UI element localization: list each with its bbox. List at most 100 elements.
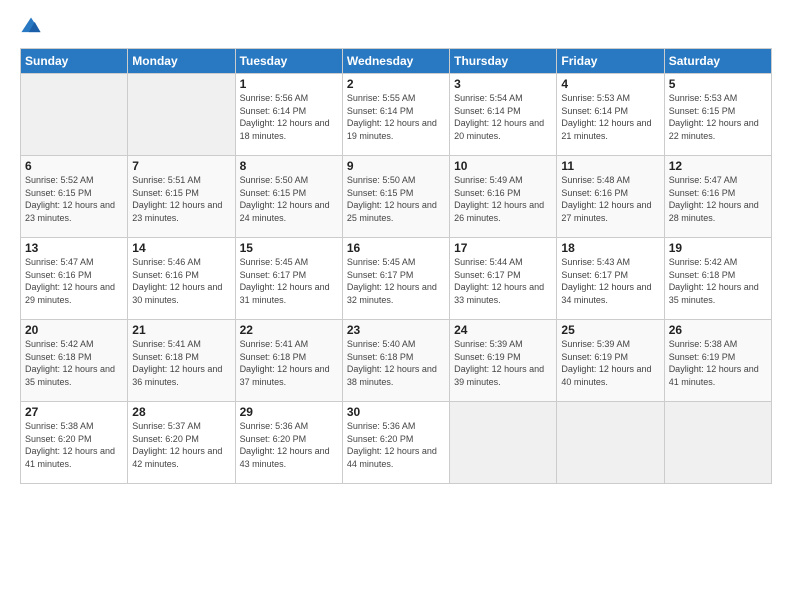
day-info: Sunrise: 5:41 AMSunset: 6:18 PMDaylight:…: [240, 338, 338, 388]
calendar-cell: [664, 402, 771, 484]
weekday-header-saturday: Saturday: [664, 49, 771, 74]
weekday-header-sunday: Sunday: [21, 49, 128, 74]
calendar-cell: 18Sunrise: 5:43 AMSunset: 6:17 PMDayligh…: [557, 238, 664, 320]
day-info: Sunrise: 5:39 AMSunset: 6:19 PMDaylight:…: [561, 338, 659, 388]
day-info: Sunrise: 5:55 AMSunset: 6:14 PMDaylight:…: [347, 92, 445, 142]
calendar-cell: [557, 402, 664, 484]
weekday-header-thursday: Thursday: [450, 49, 557, 74]
day-info: Sunrise: 5:42 AMSunset: 6:18 PMDaylight:…: [25, 338, 123, 388]
calendar-cell: 4Sunrise: 5:53 AMSunset: 6:14 PMDaylight…: [557, 74, 664, 156]
calendar-cell: [21, 74, 128, 156]
day-number: 3: [454, 77, 552, 91]
logo-icon: [20, 16, 42, 38]
calendar-cell: 13Sunrise: 5:47 AMSunset: 6:16 PMDayligh…: [21, 238, 128, 320]
day-number: 22: [240, 323, 338, 337]
day-number: 10: [454, 159, 552, 173]
calendar-cell: 5Sunrise: 5:53 AMSunset: 6:15 PMDaylight…: [664, 74, 771, 156]
day-number: 8: [240, 159, 338, 173]
calendar-cell: 17Sunrise: 5:44 AMSunset: 6:17 PMDayligh…: [450, 238, 557, 320]
day-info: Sunrise: 5:44 AMSunset: 6:17 PMDaylight:…: [454, 256, 552, 306]
day-info: Sunrise: 5:38 AMSunset: 6:20 PMDaylight:…: [25, 420, 123, 470]
calendar-table: SundayMondayTuesdayWednesdayThursdayFrid…: [20, 48, 772, 484]
calendar-cell: 29Sunrise: 5:36 AMSunset: 6:20 PMDayligh…: [235, 402, 342, 484]
day-number: 14: [132, 241, 230, 255]
day-info: Sunrise: 5:50 AMSunset: 6:15 PMDaylight:…: [347, 174, 445, 224]
day-info: Sunrise: 5:42 AMSunset: 6:18 PMDaylight:…: [669, 256, 767, 306]
day-number: 26: [669, 323, 767, 337]
day-number: 17: [454, 241, 552, 255]
week-row-3: 13Sunrise: 5:47 AMSunset: 6:16 PMDayligh…: [21, 238, 772, 320]
calendar-cell: 14Sunrise: 5:46 AMSunset: 6:16 PMDayligh…: [128, 238, 235, 320]
day-number: 20: [25, 323, 123, 337]
calendar-cell: 22Sunrise: 5:41 AMSunset: 6:18 PMDayligh…: [235, 320, 342, 402]
day-number: 23: [347, 323, 445, 337]
calendar-cell: 1Sunrise: 5:56 AMSunset: 6:14 PMDaylight…: [235, 74, 342, 156]
calendar-cell: 21Sunrise: 5:41 AMSunset: 6:18 PMDayligh…: [128, 320, 235, 402]
day-number: 1: [240, 77, 338, 91]
weekday-header-monday: Monday: [128, 49, 235, 74]
day-info: Sunrise: 5:36 AMSunset: 6:20 PMDaylight:…: [240, 420, 338, 470]
weekday-header-wednesday: Wednesday: [342, 49, 449, 74]
logo: [20, 16, 46, 38]
calendar-cell: 16Sunrise: 5:45 AMSunset: 6:17 PMDayligh…: [342, 238, 449, 320]
calendar-cell: 7Sunrise: 5:51 AMSunset: 6:15 PMDaylight…: [128, 156, 235, 238]
day-number: 29: [240, 405, 338, 419]
calendar-cell: 23Sunrise: 5:40 AMSunset: 6:18 PMDayligh…: [342, 320, 449, 402]
week-row-4: 20Sunrise: 5:42 AMSunset: 6:18 PMDayligh…: [21, 320, 772, 402]
calendar-cell: 30Sunrise: 5:36 AMSunset: 6:20 PMDayligh…: [342, 402, 449, 484]
calendar-cell: 19Sunrise: 5:42 AMSunset: 6:18 PMDayligh…: [664, 238, 771, 320]
calendar-cell: 24Sunrise: 5:39 AMSunset: 6:19 PMDayligh…: [450, 320, 557, 402]
day-info: Sunrise: 5:40 AMSunset: 6:18 PMDaylight:…: [347, 338, 445, 388]
calendar-cell: 6Sunrise: 5:52 AMSunset: 6:15 PMDaylight…: [21, 156, 128, 238]
day-number: 5: [669, 77, 767, 91]
calendar-cell: 9Sunrise: 5:50 AMSunset: 6:15 PMDaylight…: [342, 156, 449, 238]
calendar-cell: 11Sunrise: 5:48 AMSunset: 6:16 PMDayligh…: [557, 156, 664, 238]
day-number: 18: [561, 241, 659, 255]
day-info: Sunrise: 5:41 AMSunset: 6:18 PMDaylight:…: [132, 338, 230, 388]
day-number: 11: [561, 159, 659, 173]
day-info: Sunrise: 5:56 AMSunset: 6:14 PMDaylight:…: [240, 92, 338, 142]
day-number: 25: [561, 323, 659, 337]
week-row-2: 6Sunrise: 5:52 AMSunset: 6:15 PMDaylight…: [21, 156, 772, 238]
header: [20, 16, 772, 38]
day-info: Sunrise: 5:47 AMSunset: 6:16 PMDaylight:…: [25, 256, 123, 306]
day-number: 16: [347, 241, 445, 255]
day-number: 30: [347, 405, 445, 419]
day-number: 24: [454, 323, 552, 337]
day-number: 28: [132, 405, 230, 419]
day-info: Sunrise: 5:45 AMSunset: 6:17 PMDaylight:…: [347, 256, 445, 306]
calendar-cell: 10Sunrise: 5:49 AMSunset: 6:16 PMDayligh…: [450, 156, 557, 238]
day-number: 13: [25, 241, 123, 255]
day-info: Sunrise: 5:46 AMSunset: 6:16 PMDaylight:…: [132, 256, 230, 306]
week-row-5: 27Sunrise: 5:38 AMSunset: 6:20 PMDayligh…: [21, 402, 772, 484]
calendar-cell: 25Sunrise: 5:39 AMSunset: 6:19 PMDayligh…: [557, 320, 664, 402]
day-number: 15: [240, 241, 338, 255]
day-number: 19: [669, 241, 767, 255]
day-info: Sunrise: 5:38 AMSunset: 6:19 PMDaylight:…: [669, 338, 767, 388]
day-info: Sunrise: 5:37 AMSunset: 6:20 PMDaylight:…: [132, 420, 230, 470]
week-row-1: 1Sunrise: 5:56 AMSunset: 6:14 PMDaylight…: [21, 74, 772, 156]
calendar-cell: 26Sunrise: 5:38 AMSunset: 6:19 PMDayligh…: [664, 320, 771, 402]
day-info: Sunrise: 5:36 AMSunset: 6:20 PMDaylight:…: [347, 420, 445, 470]
day-number: 21: [132, 323, 230, 337]
calendar-cell: [128, 74, 235, 156]
calendar-cell: 20Sunrise: 5:42 AMSunset: 6:18 PMDayligh…: [21, 320, 128, 402]
day-info: Sunrise: 5:45 AMSunset: 6:17 PMDaylight:…: [240, 256, 338, 306]
calendar-cell: [450, 402, 557, 484]
day-info: Sunrise: 5:54 AMSunset: 6:14 PMDaylight:…: [454, 92, 552, 142]
day-info: Sunrise: 5:53 AMSunset: 6:14 PMDaylight:…: [561, 92, 659, 142]
calendar-cell: 8Sunrise: 5:50 AMSunset: 6:15 PMDaylight…: [235, 156, 342, 238]
calendar-cell: 2Sunrise: 5:55 AMSunset: 6:14 PMDaylight…: [342, 74, 449, 156]
weekday-header-row: SundayMondayTuesdayWednesdayThursdayFrid…: [21, 49, 772, 74]
weekday-header-friday: Friday: [557, 49, 664, 74]
day-info: Sunrise: 5:52 AMSunset: 6:15 PMDaylight:…: [25, 174, 123, 224]
day-info: Sunrise: 5:50 AMSunset: 6:15 PMDaylight:…: [240, 174, 338, 224]
day-info: Sunrise: 5:39 AMSunset: 6:19 PMDaylight:…: [454, 338, 552, 388]
day-number: 4: [561, 77, 659, 91]
day-info: Sunrise: 5:53 AMSunset: 6:15 PMDaylight:…: [669, 92, 767, 142]
day-info: Sunrise: 5:48 AMSunset: 6:16 PMDaylight:…: [561, 174, 659, 224]
day-info: Sunrise: 5:49 AMSunset: 6:16 PMDaylight:…: [454, 174, 552, 224]
day-info: Sunrise: 5:51 AMSunset: 6:15 PMDaylight:…: [132, 174, 230, 224]
calendar-cell: 28Sunrise: 5:37 AMSunset: 6:20 PMDayligh…: [128, 402, 235, 484]
day-number: 2: [347, 77, 445, 91]
